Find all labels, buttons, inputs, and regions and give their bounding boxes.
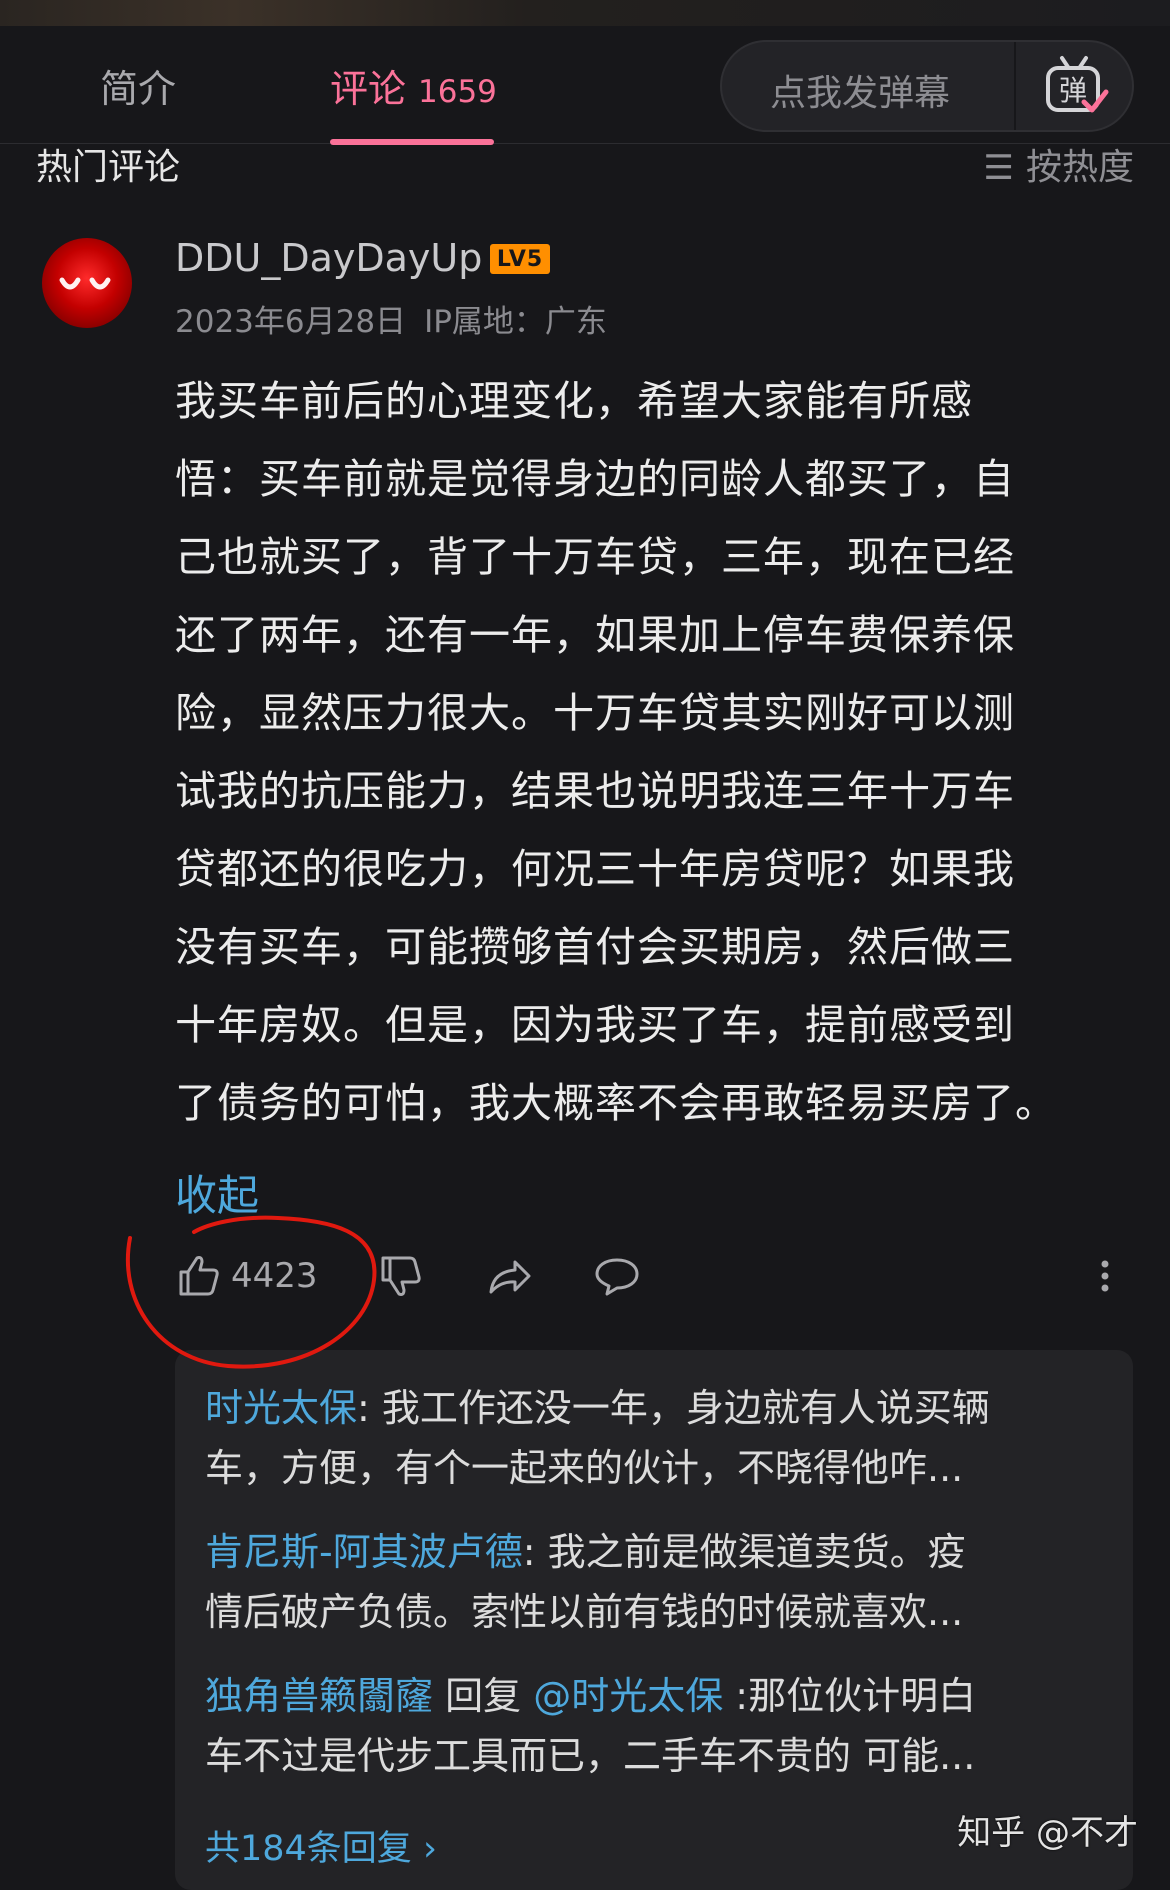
more-options-button[interactable] [1095,1252,1115,1300]
reply-text: : 我工作还没一年，身边就有人说买辆 [357,1386,990,1430]
thumbs-down-icon [381,1256,421,1296]
like-count: 4423 [231,1256,318,1296]
level-badge: LV5 [490,244,550,274]
dislike-button[interactable] [377,1252,425,1300]
danmaku-input[interactable]: 点我发弹幕 弹 [720,40,1134,132]
thumbs-up-icon [179,1256,219,1296]
reply-item[interactable]: 肯尼斯-阿其波卢德: 我之前是做渠道卖货。疫 情后破产负债。索性以前有钱的时候就… [205,1522,1105,1642]
watermark: 知乎 @不才 [957,1813,1138,1853]
comment-line: 试我的抗压能力，结果也说明我连三年十万车 [175,767,1015,815]
ip-location: IP属地：广东 [424,304,607,340]
more-vertical-icon [1101,1260,1109,1292]
reply-text: : 我之前是做渠道卖货。疫 [522,1530,966,1574]
sort-button[interactable]: ☰ 按热度 [984,138,1135,190]
comment-line: 贷都还的很吃力，何况三十年房贷呢？如果我 [175,845,1015,893]
comment-date: 2023年6月28日 [175,304,407,340]
reply-button[interactable] [593,1252,641,1300]
comment-line: 十年房奴。但是，因为我买了车，提前感受到 [175,1001,1015,1049]
danmaku-placeholder: 点我发弹幕 [770,73,951,114]
reply-text: 情后破产负债。索性以前有钱的时候就喜欢... [205,1590,964,1634]
danmaku-icon[interactable]: 弹 [1040,52,1110,122]
status-strip [0,0,1170,26]
avatar-eyes-icon [59,277,111,290]
tab-intro[interactable]: 简介 [100,58,176,113]
reply-mention[interactable]: @时光太保 [533,1674,723,1718]
reply-item[interactable]: 时光太保: 我工作还没一年，身边就有人说买辆 车，方便，有个一起来的伙计，不晓得… [205,1378,1105,1498]
comment-actions: 4423 [175,1252,1135,1312]
share-icon [489,1260,531,1294]
reply-text: :那位伙计明白 [723,1674,977,1718]
section-title: 热门评论 [36,147,181,188]
chevron-right-icon: › [422,1829,437,1869]
comment-text: 我买车前后的心理变化，希望大家能有所感 悟：买车前就是觉得身边的同龄人都买了，自… [175,362,1135,1142]
share-button[interactable] [485,1252,533,1300]
comment-count: 1659 [418,74,497,110]
comment-line: 己也就买了，背了十万车贷，三年，现在已经 [175,533,1015,581]
reply-author[interactable]: 独角兽籁闟窿 [205,1674,433,1718]
reply-text: 车不过是代步工具而已，二手车不贵的 可能... [205,1734,976,1778]
danmaku-divider [1014,42,1016,130]
reply-total-label: 共184条回复 [205,1829,412,1869]
sort-label: 按热度 [1025,147,1134,188]
comment-line: 我买车前后的心理变化，希望大家能有所感 [175,377,973,425]
sort-lines-icon: ☰ [983,148,1014,188]
tab-comments-label: 评论 [330,67,407,111]
tab-bar: 简介 评论 1659 点我发弹幕 弹 [0,26,1170,145]
comment-line: 了债务的可怕，我大概率不会再敢轻易买房了。 [175,1079,1057,1127]
view-all-replies-link[interactable]: 共184条回复 › [205,1820,437,1871]
comment-line: 没有买车，可能攒够首付会买期房，然后做三 [175,923,1015,971]
comment-line: 还了两年，还有一年，如果加上停车费保养保 [175,611,1015,659]
collapse-link[interactable]: 收起 [175,1162,259,1223]
reply-word: 回复 [433,1674,534,1718]
reply-text: 车，方便，有个一起来的伙计，不晓得他咋... [205,1446,964,1490]
comment-meta: 2023年6月28日 IP属地：广东 [175,296,607,341]
username[interactable]: DDU_DayDayUp [175,236,482,280]
like-button[interactable]: 4423 [175,1252,318,1300]
reply-item[interactable]: 独角兽籁闟窿 回复 @时光太保 :那位伙计明白 车不过是代步工具而已，二手车不贵… [205,1666,1105,1786]
comment-line: 悟：买车前就是觉得身边的同龄人都买了，自 [175,455,1015,503]
reply-author[interactable]: 时光太保 [205,1386,357,1430]
tab-comments[interactable]: 评论 1659 [330,58,497,113]
active-tab-indicator [330,139,494,145]
comment-line: 险，显然压力很大。十万车贷其实刚好可以测 [175,689,1015,737]
reply-author[interactable]: 肯尼斯-阿其波卢德 [205,1530,523,1574]
comment-bubble-icon [595,1258,639,1296]
avatar[interactable] [42,238,132,328]
